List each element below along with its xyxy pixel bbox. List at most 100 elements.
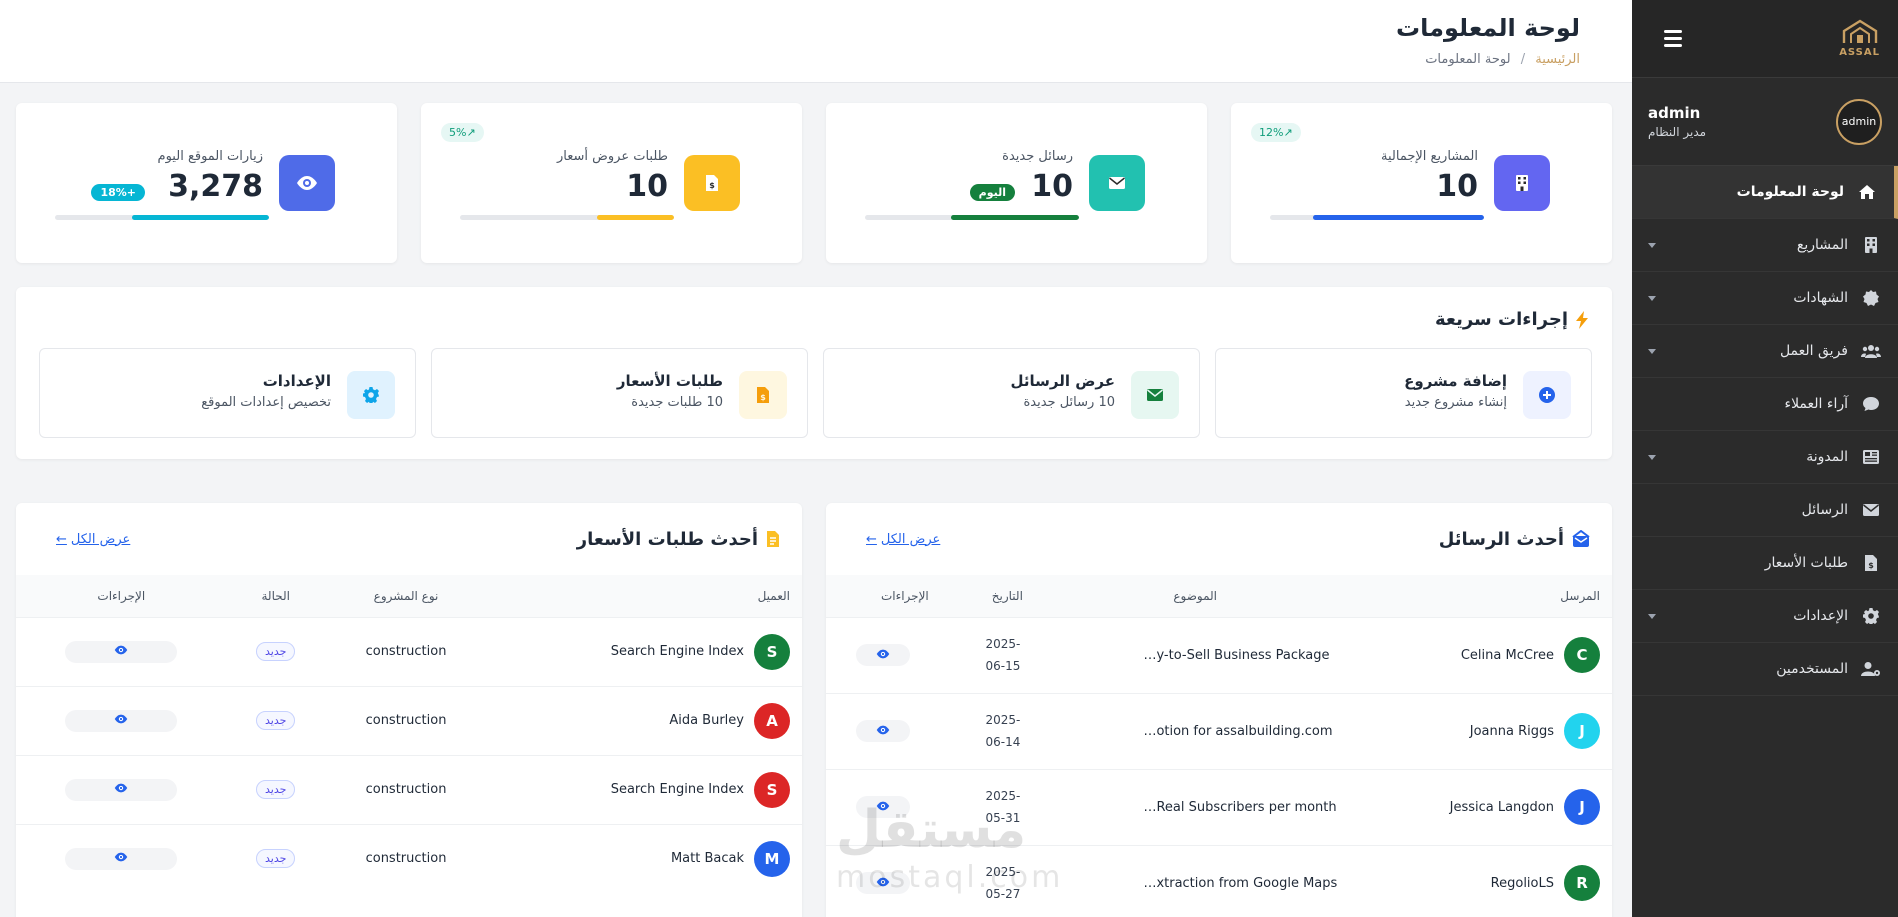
date-cell: 2025-06-15	[940, 616, 1035, 693]
view-button[interactable]	[856, 644, 911, 666]
avatar: S	[754, 633, 790, 670]
table-row[interactable]: J Jessica Langdon …Real Subscribers per mo…	[826, 768, 1612, 845]
actions-cell	[16, 823, 227, 893]
building-icon	[1860, 234, 1882, 256]
table-row[interactable]: C Celina McCree …y-to-Sell Business Packag…	[826, 616, 1612, 693]
quick-action-1[interactable]: عرض الرسائل 10 رسائل جديدة	[823, 348, 1200, 438]
sidebar-item-8[interactable]: الإعدادات	[1632, 590, 1898, 643]
avatar: J	[1564, 789, 1600, 825]
view-button[interactable]	[65, 709, 178, 732]
project-type-text: construction	[365, 713, 447, 728]
table-row[interactable]: R RegolioLS …xtraction from Google Maps 202…	[826, 844, 1612, 917]
sidebar-item-9[interactable]: المستخدمين	[1632, 643, 1898, 696]
sidebar-item-6[interactable]: الرسائل	[1632, 484, 1898, 537]
project-type-cell: construction	[324, 754, 488, 824]
messages-view-all-link[interactable]: عرض الكل ←	[866, 532, 940, 547]
sidebar-item-label: الإعدادات	[1793, 608, 1848, 624]
table-row[interactable]: A Aida Burley construction جديد	[16, 685, 802, 755]
avatar-alt-text: admin	[1841, 115, 1877, 128]
sidebar-item-2[interactable]: الشهادات	[1632, 272, 1898, 325]
stat-percent-badge: ↗12%	[1251, 123, 1301, 142]
table-row[interactable]: S Search Engine Index construction جديد	[16, 616, 802, 686]
latest-messages-title: أحدث الرسائل	[1439, 529, 1590, 550]
view-button[interactable]	[856, 796, 911, 818]
invoice-icon: $	[1860, 552, 1882, 574]
eye-icon	[114, 713, 128, 728]
envelope-open-icon	[1572, 530, 1590, 547]
stat-card: المشاريع الإجمالية 10 ↗12%	[1231, 103, 1612, 263]
user-name: admin	[1648, 104, 1701, 122]
status-badge: جديد	[256, 780, 296, 799]
sidebar-item-4[interactable]: آراء العملاء	[1632, 378, 1898, 431]
quotes-table-header: العميل نوع المشروع الحالة الإجراءات	[16, 575, 802, 617]
actions-cell	[826, 692, 941, 769]
chevron-down-icon	[1648, 295, 1656, 301]
view-button[interactable]	[856, 872, 911, 895]
sidebar-item-0[interactable]: لوحة المعلومات	[1632, 166, 1898, 219]
stat-chip: +18%	[91, 184, 145, 201]
svg-text:$: $	[709, 181, 715, 190]
breadcrumb-home-link[interactable]: الرئيسية	[1535, 52, 1580, 67]
date-cell: 2025-05-31	[940, 768, 1035, 845]
client-cell: A Aida Burley	[487, 685, 802, 755]
view-button[interactable]	[65, 778, 178, 801]
client-cell: S Search Engine Index	[487, 754, 802, 824]
view-button[interactable]	[65, 847, 178, 870]
stat-chip: اليوم	[969, 184, 1015, 201]
quick-actions-title: إجراءات سريعة	[1435, 309, 1590, 330]
actions-cell	[16, 754, 227, 824]
sidebar-item-1[interactable]: المشاريع	[1632, 219, 1898, 272]
table-row[interactable]: M Matt Bacak construction جديد	[16, 823, 802, 893]
quotes-table: العميل نوع المشروع الحالة الإجراءات S Search…	[16, 575, 802, 893]
view-button[interactable]	[856, 720, 911, 742]
eye-icon	[876, 876, 890, 891]
subject-text: …otion for assalbuilding.com	[1143, 723, 1333, 739]
breadcrumb-separator: /	[1520, 52, 1526, 67]
house-logo-icon	[1842, 19, 1877, 43]
actions-cell	[16, 685, 227, 755]
date-text: 2025-05-27	[985, 865, 1021, 902]
gear-icon	[347, 371, 395, 419]
sidebar-item-7[interactable]: $ طلبات الأسعار	[1632, 537, 1898, 590]
sidebar-item-3[interactable]: فريق العمل	[1632, 325, 1898, 378]
status-cell: جديد	[226, 754, 325, 824]
stat-progress-fill	[132, 215, 269, 220]
date-cell: 2025-06-14	[940, 692, 1035, 769]
project-type-text: construction	[365, 644, 447, 659]
stat-value: 10	[1436, 169, 1478, 204]
table-row[interactable]: J Joanna Riggs …otion for assalbuilding.co…	[826, 692, 1612, 769]
latest-quotes-title: أحدث طلبات الأسعار	[577, 529, 780, 550]
quick-action-title: طلبات الأسعار	[616, 372, 723, 390]
client-cell: M Matt Bacak	[487, 823, 802, 893]
avatar: C	[1564, 637, 1600, 673]
sidebar-item-label: المدونة	[1806, 449, 1848, 465]
avatar[interactable]: admin	[1836, 98, 1882, 145]
hamburger-line	[1664, 30, 1682, 33]
subject-cell: …y-to-Sell Business Package	[1034, 616, 1356, 693]
latest-quotes-header: أحدث طلبات الأسعار عرض الكل ←	[16, 503, 802, 575]
project-type-text: construction	[365, 782, 447, 797]
client-name: Matt Bacak	[670, 851, 744, 867]
date-cell: 2025-05-27	[940, 844, 1035, 917]
quotes-view-all-link[interactable]: عرض الكل ←	[56, 532, 130, 547]
sidebar-item-label: الشهادات	[1793, 290, 1848, 306]
sidebar-item-5[interactable]: المدونة	[1632, 431, 1898, 484]
quick-action-2[interactable]: $ طلبات الأسعار 10 طلبات جديدة	[431, 348, 808, 438]
client-name: Aida Burley	[669, 713, 744, 728]
table-row[interactable]: S Search Engine Index construction جديد	[16, 754, 802, 824]
hamburger-line	[1664, 44, 1682, 47]
stat-value: 3,278	[168, 169, 263, 204]
quick-action-3[interactable]: الإعدادات تخصيص إعدادات الموقع	[39, 348, 416, 438]
quick-action-0[interactable]: إضافة مشروع إنشاء مشروع جديد	[1215, 348, 1592, 438]
view-button[interactable]	[65, 640, 178, 663]
menu-toggle-button[interactable]	[1654, 25, 1682, 53]
sender-cell: C Celina McCree	[1355, 616, 1612, 693]
logo[interactable]: ASSAL	[1839, 19, 1880, 58]
user-info: admin مدير النظام	[1648, 104, 1824, 139]
stat-percent-badge: ↗5%	[441, 123, 484, 142]
quick-action-subtitle: 10 رسائل جديدة	[1023, 395, 1115, 410]
actions-cell	[826, 768, 941, 845]
sidebar-header: ASSAL	[1632, 0, 1898, 78]
stat-label: طلبات عروض أسعار	[557, 149, 668, 164]
envelope-icon	[1860, 499, 1882, 521]
